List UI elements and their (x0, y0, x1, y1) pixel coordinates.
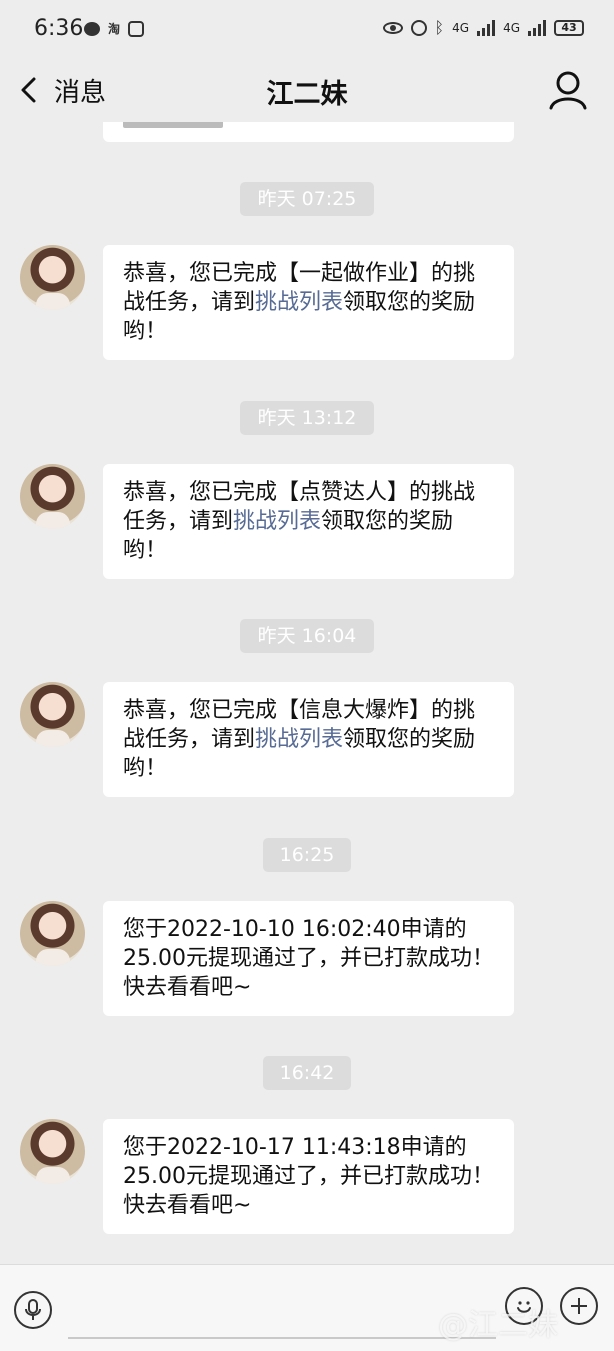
message-text: 您于2022-10-10 16:02:40申请的25.00元提现通过了，并已打款… (123, 917, 494, 1000)
avatar[interactable] (20, 1119, 85, 1184)
message-bubble: 恭喜，您已完成【一起做作业】的挑战任务，请到挑战列表领取您的奖励哟！ (103, 245, 514, 360)
eye-icon (382, 21, 403, 34)
profile-icon[interactable] (546, 68, 590, 112)
battery-icon: 43 (554, 19, 584, 36)
message-timestamp: 昨天 07:25 (240, 182, 374, 216)
alarm-icon (410, 19, 427, 36)
message-input[interactable] (68, 1285, 496, 1339)
page-title: 江二妹 (266, 79, 348, 110)
challenge-list-link[interactable]: 挑战列表 (233, 509, 321, 534)
more-button[interactable] (560, 1287, 598, 1325)
avatar[interactable] (20, 245, 85, 310)
status-time: 6:36 (34, 16, 84, 41)
message-timestamp: 16:42 (263, 1056, 351, 1090)
notification-icons: 淘 (84, 20, 145, 37)
message-timestamp: 16:25 (263, 838, 351, 872)
signal-icon (528, 19, 546, 36)
signal-icon (477, 19, 496, 36)
input-bar (0, 1264, 614, 1351)
message-bubble-partial (103, 122, 514, 142)
app-notification-icon (128, 20, 145, 37)
smiley-icon (517, 1301, 531, 1313)
chat-bubble-icon (84, 21, 100, 36)
network-type-label: 4G (452, 20, 470, 35)
avatar[interactable] (20, 682, 85, 747)
message-bubble: 恭喜，您已完成【点赞达人】的挑战任务，请到挑战列表领取您的奖励哟！ (103, 464, 514, 579)
truncated-text (123, 122, 223, 128)
emoji-button[interactable] (505, 1287, 543, 1325)
system-icons: ᛒ 4G 4G 43 (382, 18, 584, 37)
voice-button[interactable] (14, 1291, 52, 1329)
message-bubble: 恭喜，您已完成【信息大爆炸】的挑战任务，请到挑战列表领取您的奖励哟！ (103, 682, 514, 797)
taobao-icon: 淘 (108, 22, 121, 36)
message-bubble: 您于2022-10-10 16:02:40申请的25.00元提现通过了，并已打款… (103, 901, 514, 1016)
status-bar: 6:36 淘 ᛒ 4G 4G 43 (0, 0, 614, 60)
plus-icon (571, 1298, 587, 1314)
avatar[interactable] (20, 901, 85, 966)
bluetooth-icon: ᛒ (434, 18, 445, 37)
nav-bar: 消息 江二妹 (0, 60, 614, 122)
network-type-label: 4G (503, 20, 520, 35)
message-timestamp: 昨天 13:12 (240, 401, 374, 435)
avatar[interactable] (20, 464, 85, 529)
message-timestamp: 昨天 16:04 (240, 619, 374, 653)
microphone-icon (25, 1299, 41, 1320)
message-text: 您于2022-10-17 11:43:18申请的25.00元提现通过了，并已打款… (123, 1135, 494, 1218)
challenge-list-link[interactable]: 挑战列表 (255, 727, 343, 752)
message-bubble: 您于2022-10-17 11:43:18申请的25.00元提现通过了，并已打款… (103, 1119, 514, 1234)
chat-list[interactable]: 昨天 07:25 恭喜，您已完成【一起做作业】的挑战任务，请到挑战列表领取您的奖… (0, 122, 614, 1264)
challenge-list-link[interactable]: 挑战列表 (255, 290, 343, 315)
